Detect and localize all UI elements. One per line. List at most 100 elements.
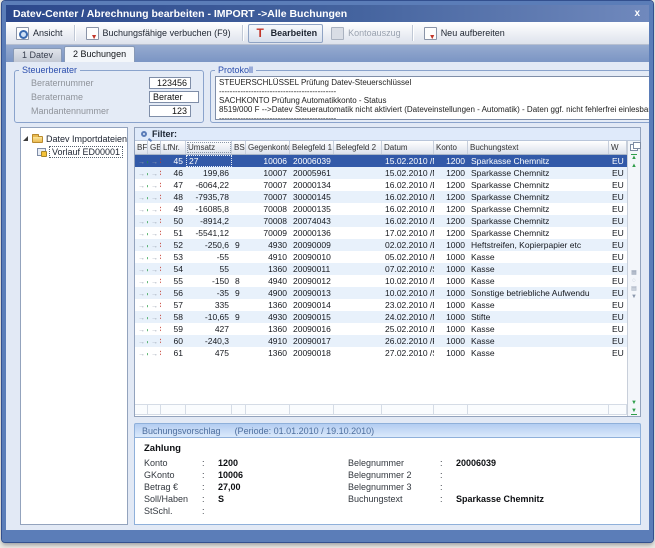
cell-text: Kasse [468, 347, 609, 359]
field-value: 10006 [218, 470, 348, 480]
verbuchen-status-icon: →✓ [135, 275, 148, 287]
columns-icon[interactable]: ▦ [631, 270, 637, 276]
toolbar-separator [242, 25, 243, 41]
tab-datev[interactable]: 1 Datev [13, 48, 62, 62]
cell-lfnr: 61 [161, 347, 186, 359]
table-row[interactable]: →✓→∗48-7935,78700073000014516.02.2010 /D… [135, 191, 627, 203]
verbuchen-status-icon: →✓ [135, 203, 148, 215]
go-last-icon[interactable]: ▼ [631, 408, 637, 415]
verbuchen-status-icon: →✓ [135, 263, 148, 275]
vorschlag-periode: (Periode: 01.01.2010 / 19.10.2010) [235, 426, 375, 436]
column-header-datum[interactable]: Datum [382, 141, 434, 154]
cell-text: Sparkasse Chemnitz [468, 203, 609, 215]
vorschlag-header: Buchungsvorschlag (Periode: 01.01.2010 /… [134, 423, 641, 437]
column-header-text[interactable]: Buchungstext [468, 141, 609, 154]
go-next-icon[interactable]: ▼ [631, 400, 637, 406]
table-row[interactable]: →✓→∗55-150849402009001210.02.2010 /Mi100… [135, 275, 627, 287]
cell-b1: 20090018 [290, 347, 334, 359]
column-header-gb[interactable]: GB [148, 141, 161, 154]
column-chooser-icon[interactable] [630, 142, 639, 150]
column-header-b1[interactable]: Belegfeld 1 [290, 141, 334, 154]
cell-b1: 30000145 [290, 191, 334, 203]
tree-expander-icon[interactable] [23, 136, 28, 141]
field-value: 1200 [218, 458, 348, 468]
cell-umsatz: 335 [186, 299, 232, 311]
column-header-umsatz[interactable]: Umsatz [186, 141, 232, 154]
cell-w: EU [609, 323, 627, 335]
table-row[interactable]: →✓→∗49-16085,8700082000013516.02.2010 /D… [135, 203, 627, 215]
cell-w: EU [609, 287, 627, 299]
cell-konto: 1200 [434, 155, 468, 167]
beraternummer-field[interactable] [149, 77, 191, 89]
field-value [456, 470, 631, 480]
cell-b2 [334, 179, 382, 191]
cell-konto: 1000 [434, 275, 468, 287]
go-previous-icon[interactable]: ▲ [631, 163, 637, 169]
verbuchen-status-icon: →✓ [135, 323, 148, 335]
cell-gk: 10006 [246, 155, 290, 167]
table-row[interactable]: →✓→∗46199,86100072000596115.02.2010 /Mo1… [135, 167, 627, 179]
table-row[interactable]: →✓→∗6147513602009001827.02.2010 /Sa1000K… [135, 347, 627, 359]
table-row[interactable]: →✓→∗51-5541,12700092000013617.02.2010 /M… [135, 227, 627, 239]
tab-buchungen[interactable]: 2 Buchungen [64, 46, 135, 62]
column-header-w[interactable]: W [609, 141, 627, 154]
table-row[interactable]: →✓→∗5942713602009001625.02.2010 /Do1000K… [135, 323, 627, 335]
cell-text: Kasse [468, 335, 609, 347]
table-row[interactable]: →✓→∗56-35949002009001310.02.2010 /Mi1000… [135, 287, 627, 299]
field-label: GKonto [144, 470, 202, 480]
table-row[interactable]: →✓→∗4527100062000603915.02.2010 /Mo1200S… [135, 155, 627, 167]
protokoll-line: STEUERSCHLÜSSEL Prüfung Datev-Steuerschl… [219, 78, 649, 87]
gebucht-status-icon: →∗ [148, 251, 161, 263]
filter-funnel-icon[interactable]: ▼ [631, 294, 637, 300]
cell-umsatz: -250,6 [186, 239, 232, 251]
table-row[interactable]: →✓→∗47-6064,22700072000013416.02.2010 /D… [135, 179, 627, 191]
bearbeiten-button[interactable]: T Bearbeiten [248, 24, 324, 43]
table-row[interactable]: →✓→∗52-250,6949302009000902.02.2010 /Di1… [135, 239, 627, 251]
column-header-gk[interactable]: Gegenkonto [246, 141, 290, 154]
gebucht-status-icon: →∗ [148, 155, 161, 167]
cell-text: Kasse [468, 275, 609, 287]
footer-cell [246, 404, 290, 415]
table-row[interactable]: →✓→∗50-8914,2700082007404316.02.2010 /Di… [135, 215, 627, 227]
cell-datum: 23.02.2010 /Di [382, 299, 434, 311]
close-button[interactable]: x [632, 8, 642, 19]
field-label: StSchl. [144, 506, 202, 516]
toolbar-separator [74, 25, 75, 41]
field-label: Soll/Haben [144, 494, 202, 504]
column-header-lfnr[interactable]: LfNr. [161, 141, 186, 154]
tree-node-vorlauf[interactable]: Vorlauf ED00001 [23, 145, 125, 158]
search-icon [141, 131, 147, 137]
column-header-b2[interactable]: Belegfeld 2 [334, 141, 382, 154]
verbuchen-button[interactable]: Buchungsfähige verbuchen (F9) [80, 24, 237, 43]
grid-filter-row[interactable]: Filter: [135, 128, 640, 141]
beratername-field[interactable] [149, 91, 199, 103]
column-header-bf[interactable]: BF [135, 141, 148, 154]
neu-aufbereiten-button[interactable]: Neu aufbereiten [418, 24, 511, 43]
cell-b1: 20090010 [290, 251, 334, 263]
tree-node-importdateien[interactable]: Datev Importdateien [23, 132, 125, 145]
view-magnifier-icon [16, 27, 29, 40]
cell-konto: 1200 [434, 191, 468, 203]
table-row[interactable]: →✓→∗5733513602009001423.02.2010 /Di1000K… [135, 299, 627, 311]
go-first-icon[interactable]: ▲ [631, 154, 637, 161]
cell-b2 [334, 323, 382, 335]
table-row[interactable]: →✓→∗53-5549102009001005.02.2010 /Fr1000K… [135, 251, 627, 263]
cell-bs [232, 335, 246, 347]
mandantennummer-field[interactable] [149, 105, 191, 117]
field-label: Buchungstext [348, 494, 440, 504]
table-row[interactable]: →✓→∗60-240,349102009001726.02.2010 /Fr10… [135, 335, 627, 347]
table-row[interactable]: →✓→∗545513602009001107.02.2010 /So1000Ka… [135, 263, 627, 275]
cell-w: EU [609, 311, 627, 323]
cell-bs [232, 155, 246, 167]
zoom-icon[interactable]: ◌ [632, 278, 636, 284]
import-tree: Datev Importdateien Vorlauf ED00001 [20, 127, 128, 525]
grid-body: →✓→∗4527100062000603915.02.2010 /Mo1200S… [135, 155, 627, 359]
verbuchen-status-icon: →✓ [135, 215, 148, 227]
column-header-bs[interactable]: BS [232, 141, 246, 154]
field-colon: : [440, 458, 456, 468]
bookmark-icon[interactable]: ▤ [631, 286, 637, 292]
table-row[interactable]: →✓→∗58-10,65949302009001524.02.2010 /Mi1… [135, 311, 627, 323]
cell-gk: 1360 [246, 323, 290, 335]
ansicht-button[interactable]: Ansicht [10, 24, 69, 43]
column-header-konto[interactable]: Konto [434, 141, 468, 154]
